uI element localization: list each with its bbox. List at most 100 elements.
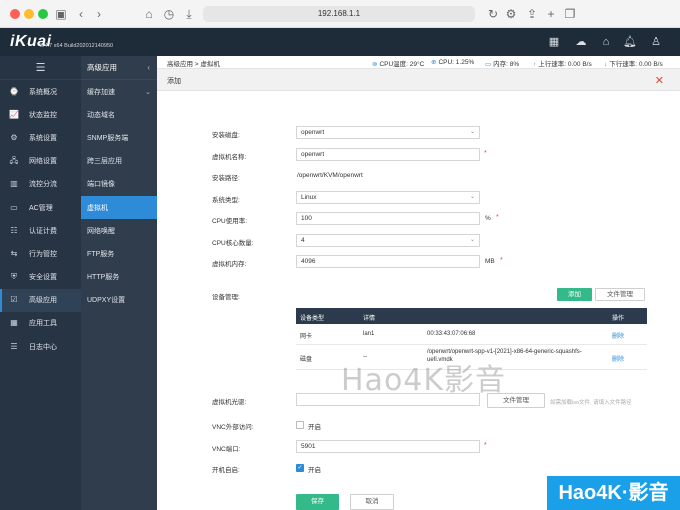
disk-select[interactable]: openwrt ⌄ bbox=[296, 126, 480, 139]
percent-unit: % bbox=[485, 215, 491, 222]
device-mgmt-label: 设备管理: bbox=[212, 294, 240, 301]
arrow-down-icon: ↓ bbox=[604, 61, 608, 68]
forward-icon[interactable]: › bbox=[90, 5, 108, 23]
mb-unit: MB bbox=[485, 258, 495, 265]
settings-icon[interactable]: ⚙ bbox=[502, 5, 520, 23]
sidebar-item[interactable]: ⛨ 安全设置 bbox=[0, 266, 81, 289]
vnc-external-text: 开启 bbox=[308, 424, 321, 431]
sidebar-item[interactable]: ⚙ 系统设置 bbox=[0, 126, 81, 149]
reload-icon[interactable]: ↻ bbox=[484, 5, 502, 23]
cpu-usage-input[interactable]: 100 bbox=[296, 212, 480, 225]
sidebar-item-icon: ⌚ bbox=[9, 86, 19, 96]
sidebar-item-icon: ⛨ bbox=[11, 272, 17, 282]
home-icon[interactable]: ⌂ bbox=[140, 5, 158, 23]
required-mark: * bbox=[496, 214, 499, 221]
path-value: /openwrt/KVM/openwrt bbox=[297, 172, 363, 179]
cancel-button[interactable]: 取消 bbox=[350, 494, 394, 510]
sidebar-item-label: 系统设置 bbox=[29, 134, 57, 142]
delete-link[interactable]: 删除 bbox=[612, 331, 624, 340]
collapse-menu-icon[interactable]: ☰ bbox=[0, 56, 81, 80]
sidebar-item[interactable]: ☷ 认证计费 bbox=[0, 219, 81, 242]
autostart-label: 开机自启: bbox=[212, 467, 240, 474]
autostart-checkbox[interactable]: ✓ bbox=[296, 464, 304, 472]
submenu-item-label: 虚拟机 bbox=[87, 204, 108, 212]
sidebar-item[interactable]: ⇆ 行为管控 bbox=[0, 242, 81, 265]
sidebar-item[interactable]: ▦ 应用工具 bbox=[0, 312, 81, 335]
close-window-button[interactable] bbox=[10, 9, 20, 19]
delete-link[interactable]: 删除 bbox=[612, 354, 624, 363]
add-device-button[interactable]: 添加 bbox=[557, 288, 592, 301]
zoom-window-button[interactable] bbox=[38, 9, 48, 19]
submenu-item[interactable]: UDPXY设置 bbox=[81, 289, 157, 312]
submenu-item[interactable]: 动态域名 bbox=[81, 103, 157, 126]
sidebar-item[interactable]: ☰ 日志中心 bbox=[0, 335, 81, 358]
user-icon[interactable]: ♙ bbox=[648, 34, 664, 50]
col-detail: 详情 bbox=[363, 316, 376, 322]
address-bar[interactable]: 192.168.1.1 bbox=[203, 6, 475, 22]
grid-icon[interactable]: ▦ bbox=[546, 34, 562, 50]
table-header: 设备类型 详情 操作 bbox=[296, 308, 647, 324]
sidebar-item[interactable]: 📈 状态监控 bbox=[0, 103, 81, 126]
submenu-item-label: 缓存加速 bbox=[87, 88, 115, 96]
sidebar-item[interactable]: ▥ 流控分流 bbox=[0, 173, 81, 196]
sidebar-item-label: 状态监控 bbox=[29, 111, 57, 119]
sidebar-item-label: 应用工具 bbox=[29, 320, 57, 328]
sidebar-item-label: AC管理 bbox=[29, 204, 53, 212]
watermark-corner: Hao4K·影音 bbox=[547, 476, 680, 510]
cpu-status: ⊕ CPU: 1.25% bbox=[431, 59, 475, 66]
submenu-item[interactable]: HTTP服务 bbox=[81, 266, 157, 289]
share-icon[interactable]: ⇪ bbox=[523, 5, 541, 23]
history-icon[interactable]: ◷ bbox=[160, 5, 178, 23]
sidebar-item-label: 网络设置 bbox=[29, 158, 57, 166]
cpu-cores-label: CPU核心数量: bbox=[212, 240, 254, 247]
sidebar-item[interactable]: ☑ 高级应用 bbox=[0, 288, 81, 313]
browser-toolbar: ▣ ‹ › ⌂ ◷ ⤓ 192.168.1.1 ↻ ⚙ ⇪ + ❐ bbox=[0, 0, 680, 28]
vnc-external-checkbox[interactable] bbox=[296, 421, 304, 429]
path-label: 安装路径: bbox=[212, 175, 240, 182]
sidebar-toggle-icon[interactable]: ▣ bbox=[52, 5, 70, 23]
submenu-item[interactable]: 虚拟机 bbox=[81, 195, 157, 220]
back-icon[interactable]: ‹ bbox=[72, 5, 90, 23]
sidebar-item[interactable]: ▭ AC管理 bbox=[0, 196, 81, 219]
sidebar-item-icon: 🖧 bbox=[9, 156, 19, 166]
panel-header: 添加 ✕ bbox=[157, 69, 680, 91]
submenu-item[interactable]: FTP服务 bbox=[81, 242, 157, 265]
sidebar-item-label: 系统概况 bbox=[29, 88, 57, 96]
bell-icon[interactable]: 🔔︎ bbox=[622, 34, 638, 50]
vm-name-input[interactable]: openwrt bbox=[296, 148, 480, 161]
submenu-item[interactable]: 跨三层应用 bbox=[81, 150, 157, 173]
cpu-cores-select[interactable]: 4 ⌄ bbox=[296, 234, 480, 247]
tabs-overview-icon[interactable]: ❐ bbox=[561, 5, 579, 23]
mem-status: ▭ 内存: 8% bbox=[485, 61, 520, 68]
sidebar-item-label: 认证计费 bbox=[29, 227, 57, 235]
panel-title: 添加 bbox=[167, 78, 181, 85]
submenu-title: 高级应用 bbox=[87, 63, 117, 72]
vm-memory-input[interactable]: 4096 bbox=[296, 255, 480, 268]
table-row: 网卡 lan1 00:33:43:07:06:68 删除 bbox=[296, 324, 647, 345]
submenu-item[interactable]: 缓存加速 ⌄ bbox=[81, 80, 157, 103]
vnc-port-input[interactable]: 5901 bbox=[296, 440, 480, 453]
download-status: ↓ 下行速率: 0.00 B/s bbox=[604, 61, 663, 68]
col-action: 操作 bbox=[612, 316, 625, 322]
vnc-external-label: VNC外部访问: bbox=[212, 424, 254, 431]
sidebar-item-icon: 📈 bbox=[9, 109, 19, 119]
chevron-left-icon[interactable]: ‹ bbox=[147, 63, 150, 72]
submenu-item[interactable]: SNMP服务端 bbox=[81, 126, 157, 149]
required-mark: * bbox=[484, 442, 487, 449]
cloud-icon[interactable]: ☁ bbox=[573, 34, 589, 50]
download-icon[interactable]: ⤓ bbox=[180, 5, 198, 23]
submenu-item[interactable]: 网络唤醒 bbox=[81, 219, 157, 242]
file-manager-button[interactable]: 文件管理 bbox=[595, 288, 645, 301]
os-type-select[interactable]: Linux ⌄ bbox=[296, 191, 480, 204]
sidebar-item-icon: ☑ bbox=[10, 295, 18, 305]
submenu-item[interactable]: 端口镜像 bbox=[81, 173, 157, 196]
sidebar-item[interactable]: 🖧 网络设置 bbox=[0, 150, 81, 173]
minimize-window-button[interactable] bbox=[24, 9, 34, 19]
new-tab-icon[interactable]: + bbox=[542, 5, 560, 23]
cpu-usage-label: CPU使用率: bbox=[212, 218, 248, 225]
chevron-down-icon: ⌄ bbox=[469, 194, 475, 200]
home-icon[interactable]: ⌂ bbox=[598, 34, 614, 50]
close-icon[interactable]: ✕ bbox=[655, 74, 664, 87]
sidebar-item[interactable]: ⌚ 系统概况 bbox=[0, 80, 81, 103]
save-button[interactable]: 保存 bbox=[296, 494, 339, 510]
